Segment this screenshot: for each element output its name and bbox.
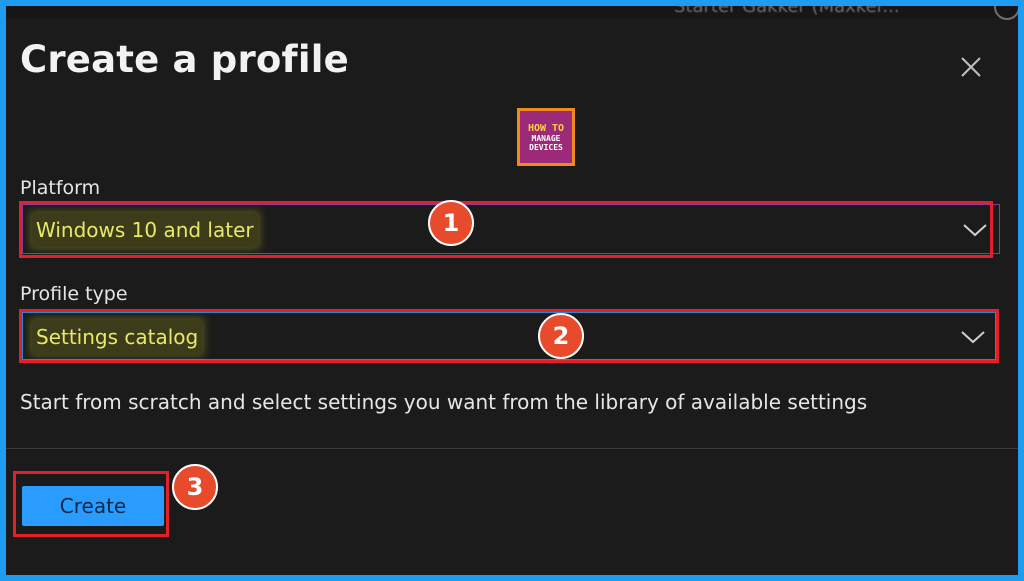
create-profile-dialog: Starter Gakker (Maxker... Create a profi… [6,6,1018,575]
how-to-manage-devices-logo: HOW TO MANAGE DEVICES [517,108,575,166]
background-header-text: Starter Gakker (Maxker... [674,6,900,17]
dialog-title: Create a profile [20,38,349,81]
highlight-box-profile-type [19,309,999,363]
logo-line-2: MANAGE [531,133,561,143]
account-icon [994,6,1018,20]
step-marker-2: 2 [538,313,584,359]
profile-type-label: Profile type [20,283,128,305]
platform-label: Platform [20,177,101,199]
close-icon[interactable] [956,52,986,82]
logo-line-3: DEVICES [529,142,563,152]
footer-divider [6,448,1018,449]
profile-type-description: Start from scratch and select settings y… [20,390,868,414]
top-strip: Starter Gakker (Maxker... [6,6,1018,20]
logo-line-1: HOW TO [527,122,565,134]
highlight-box-create [13,471,169,537]
step-marker-3: 3 [172,464,218,510]
highlight-box-platform [19,201,993,258]
step-marker-1: 1 [428,200,474,246]
